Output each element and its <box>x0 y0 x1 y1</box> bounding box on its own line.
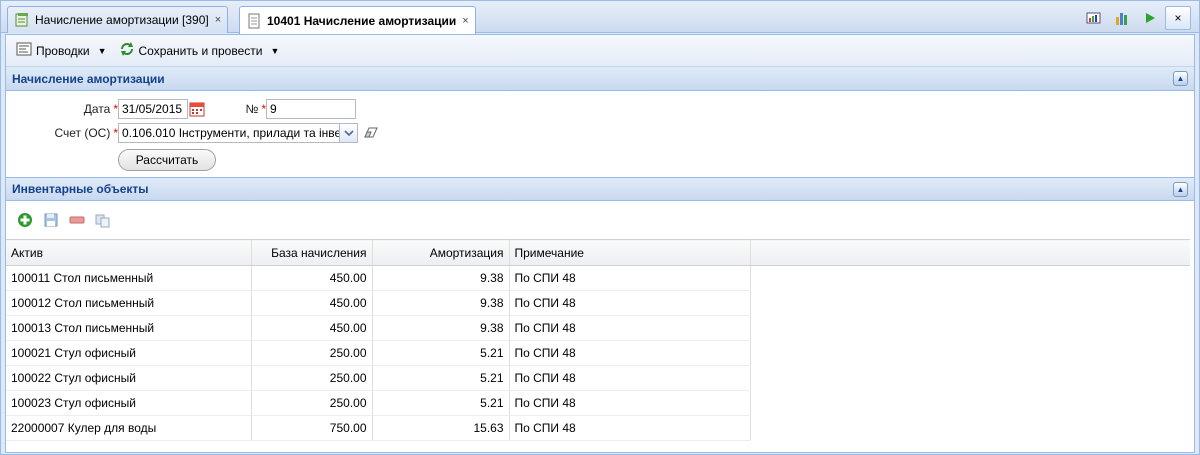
collapse-icon[interactable]: ▲ <box>1173 71 1188 86</box>
table-row[interactable]: 100013 Стол письменный 450.00 9.38 По СП… <box>6 315 1190 341</box>
cell-asset: 100023 Стул офисный <box>6 390 252 416</box>
chart-screen-icon[interactable] <box>1081 6 1107 30</box>
save-and-post-button[interactable]: Сохранить и провести ▼ <box>115 40 284 62</box>
cell-depreciation: 9.38 <box>372 315 510 341</box>
table-row[interactable]: 100021 Стул офисный 250.00 5.21 По СПИ 4… <box>6 340 1190 366</box>
cell-depreciation: 5.21 <box>372 390 510 416</box>
cell-base: 450.00 <box>251 265 373 291</box>
cell-note: По СПИ 48 <box>509 415 751 441</box>
close-icon[interactable]: × <box>462 15 468 27</box>
cell-depreciation: 15.63 <box>372 415 510 441</box>
account-label: Счет (ОС) * <box>54 126 118 140</box>
eraser-icon[interactable] <box>362 123 380 143</box>
form-panel-header: Начисление амортизации ▲ <box>6 67 1194 91</box>
cell-asset: 100021 Стул офисный <box>6 340 252 366</box>
cell-note: По СПИ 48 <box>509 390 751 416</box>
cell-depreciation: 5.21 <box>372 365 510 391</box>
cell-filler <box>750 291 1190 316</box>
chevron-down-icon: ▼ <box>270 45 280 56</box>
number-label: № * <box>245 102 266 116</box>
cell-asset: 100022 Стул офисный <box>6 365 252 391</box>
cell-filler <box>750 341 1190 366</box>
tab-depreciation-document[interactable]: 10401 Начисление амортизации × <box>239 6 476 34</box>
cell-note: По СПИ 48 <box>509 340 751 366</box>
cell-base: 250.00 <box>251 340 373 366</box>
add-icon[interactable] <box>16 211 34 229</box>
cell-base: 450.00 <box>251 315 373 341</box>
postings-icon <box>16 42 32 59</box>
collapse-icon[interactable]: ▲ <box>1173 181 1188 197</box>
document-toolbar: Проводки ▼ Сохранить и провести ▼ <box>6 35 1194 67</box>
tab-label: Начисление амортизации [390] <box>35 13 209 27</box>
postings-label: Проводки <box>36 43 90 58</box>
depreciation-form: Дата * 31/05/2015 № * 9 Счет (ОС) * 0.106.0… <box>6 91 1194 177</box>
document-icon <box>246 13 262 29</box>
column-header-asset[interactable]: Актив <box>6 239 252 266</box>
cell-note: По СПИ 48 <box>509 315 751 341</box>
chevron-down-icon: ▼ <box>97 45 107 56</box>
table-row[interactable]: 100011 Стол письменный 450.00 9.38 По СП… <box>6 265 1190 291</box>
chevron-down-icon[interactable] <box>340 123 358 143</box>
tab-label: 10401 Начисление амортизации <box>267 13 457 28</box>
table-icon <box>14 12 30 28</box>
close-window-button[interactable]: × <box>1165 6 1191 30</box>
account-field[interactable]: 0.106.010 Інструменти, прилади та інвент… <box>118 123 340 143</box>
delete-icon[interactable] <box>68 211 86 229</box>
grid-panel-header: Инвентарные объекты ▲ <box>6 177 1194 201</box>
postings-menu-button[interactable]: Проводки ▼ <box>12 40 111 62</box>
cell-note: По СПИ 48 <box>509 365 751 391</box>
cell-base: 750.00 <box>251 415 373 441</box>
cell-asset: 100013 Стол письменный <box>6 315 252 341</box>
inventory-grid: Актив База начисления Амортизация Примеч… <box>6 239 1190 441</box>
table-row[interactable]: 100022 Стул офисный 250.00 5.21 По СПИ 4… <box>6 365 1190 391</box>
play-icon[interactable] <box>1137 6 1163 30</box>
bar-chart-icon[interactable] <box>1109 6 1135 30</box>
close-icon: × <box>1174 11 1182 25</box>
cell-base: 250.00 <box>251 390 373 416</box>
date-label: Дата * <box>83 102 118 116</box>
cell-depreciation: 5.21 <box>372 340 510 366</box>
column-header-depreciation[interactable]: Амортизация <box>372 239 510 266</box>
tab-depreciation-list[interactable]: Начисление амортизации [390] × <box>7 6 229 33</box>
table-row[interactable]: 22000007 Кулер для воды 750.00 15.63 По … <box>6 415 1190 441</box>
calendar-icon[interactable] <box>188 99 206 119</box>
refresh-icon <box>119 41 135 60</box>
save-icon[interactable] <box>42 211 60 229</box>
cell-filler <box>750 391 1190 416</box>
number-field[interactable]: 9 <box>266 99 356 119</box>
column-header-base[interactable]: База начисления <box>251 239 373 266</box>
cell-depreciation: 9.38 <box>372 290 510 316</box>
cell-asset: 22000007 Кулер для воды <box>6 415 252 441</box>
date-field[interactable]: 31/05/2015 <box>118 99 188 119</box>
column-header-note[interactable]: Примечание <box>509 239 751 266</box>
cell-note: По СПИ 48 <box>509 290 751 316</box>
save-and-post-label: Сохранить и провести <box>138 43 263 58</box>
cell-base: 450.00 <box>251 290 373 316</box>
copy-icon[interactable] <box>94 211 112 229</box>
column-header-filler <box>750 239 1190 266</box>
app-window: Начисление амортизации [390] × 10401 Нач… <box>0 0 1200 455</box>
cell-filler <box>750 266 1190 291</box>
cell-filler <box>750 416 1190 441</box>
cell-filler <box>750 366 1190 391</box>
cell-asset: 100011 Стол письменный <box>6 265 252 291</box>
panel-title: Инвентарные объекты <box>12 182 149 196</box>
window-tools: × <box>1081 6 1191 30</box>
cell-depreciation: 9.38 <box>372 265 510 291</box>
calculate-button[interactable]: Рассчитать <box>118 149 216 171</box>
cell-note: По СПИ 48 <box>509 265 751 291</box>
tab-strip: Начисление амортизации [390] × 10401 Нач… <box>1 1 1199 34</box>
table-row[interactable]: 100012 Стол письменный 450.00 9.38 По СП… <box>6 290 1190 316</box>
panel-title: Начисление амортизации <box>12 71 165 86</box>
cell-asset: 100012 Стол письменный <box>6 290 252 316</box>
cell-filler <box>750 316 1190 341</box>
grid-header-row: Актив База начисления Амортизация Примеч… <box>6 239 1190 266</box>
grid-toolbar <box>6 201 1194 239</box>
document-content: Проводки ▼ Сохранить и провести ▼ Начисл… <box>5 34 1195 453</box>
close-icon[interactable]: × <box>215 14 221 26</box>
cell-base: 250.00 <box>251 365 373 391</box>
table-row[interactable]: 100023 Стул офисный 250.00 5.21 По СПИ 4… <box>6 390 1190 416</box>
